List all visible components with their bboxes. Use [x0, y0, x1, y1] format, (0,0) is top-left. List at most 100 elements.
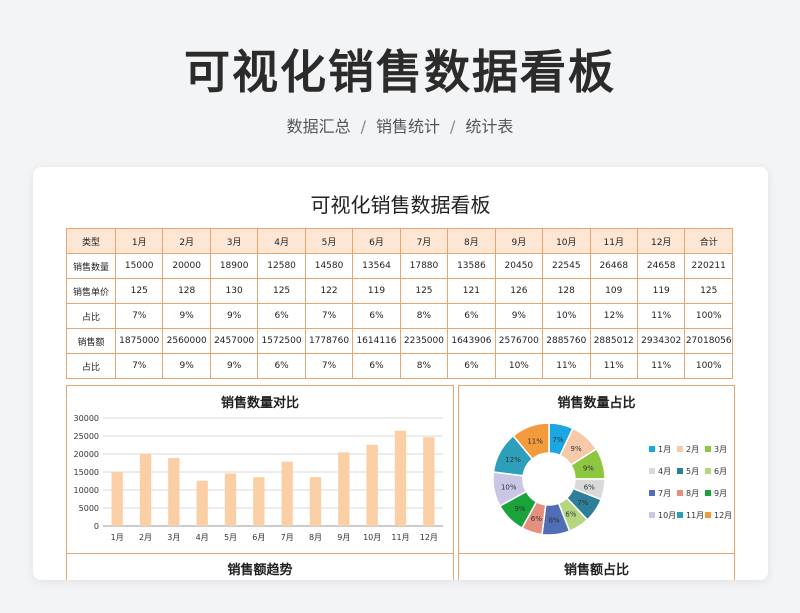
table-cell: 22545: [542, 253, 591, 279]
table-cell: 11%: [636, 303, 686, 329]
table-cell: 20000: [162, 253, 211, 279]
table-cell: 11%: [589, 353, 638, 379]
table-cell: 6%: [257, 353, 306, 379]
y-tick-label: 15000: [74, 468, 99, 477]
table-row: 占比 7% 9% 9% 6% 7% 6% 8% 6% 10% 11% 11% 11% 100%: [66, 353, 733, 379]
table-cell: 18900: [209, 253, 259, 279]
bar: [338, 452, 350, 526]
x-tick-label: 11月: [391, 533, 409, 542]
table-cell: 125: [684, 278, 733, 304]
y-tick-label: 5000: [79, 504, 99, 513]
legend-label: 6月: [714, 467, 727, 476]
bar: [309, 477, 322, 526]
table-cell: 119: [352, 278, 401, 304]
slice-label: 12%: [505, 456, 521, 464]
x-tick-label: 12月: [420, 533, 438, 542]
slice-label: 10%: [501, 484, 517, 492]
slice-label: 6%: [584, 484, 595, 492]
legend-label: 8月: [686, 489, 699, 498]
table-header-cell: 合计: [684, 228, 733, 254]
table-cell: 13586: [447, 253, 496, 279]
page-title: 可视化销售数据看板: [184, 45, 616, 99]
legend-swatch: [649, 446, 655, 452]
table-cell: 9%: [209, 303, 259, 329]
donut-chart-panel: 销售数量占比 7% 9% 9% 6% 7% 6% 8% 6% 9% 10% 12% 11% 1月 2月 3月…: [458, 385, 735, 554]
table-cell: 17880: [399, 253, 449, 279]
table-header-cell: 9月: [494, 228, 544, 254]
table-cell: 24658: [636, 253, 686, 279]
bar: [196, 480, 208, 526]
table-cell: 13564: [352, 253, 401, 279]
legend-swatch: [705, 446, 711, 452]
table-cell: 14580: [304, 253, 354, 279]
sheet-title: 可视化销售数据看板: [310, 193, 491, 217]
legend-label: 1月: [658, 445, 671, 454]
legend-swatch: [677, 468, 683, 474]
table-header-cell: 12月: [636, 228, 686, 254]
table-cell: 100%: [684, 303, 733, 329]
table-cell: 125: [399, 278, 449, 304]
legend-label: 9月: [714, 489, 727, 498]
legend-swatch: [677, 446, 683, 452]
table-cell: 2560000: [162, 328, 211, 354]
breadcrumb: 数据汇总 / 销售统计 / 统计表: [0, 113, 800, 137]
table-cell: 15000: [114, 253, 164, 279]
table-cell: 8%: [399, 353, 449, 379]
table-header-cell: 6月: [352, 228, 401, 254]
table-cell: 7%: [114, 353, 164, 379]
table-cell: 20450: [494, 253, 544, 279]
table-cell: 8%: [399, 303, 449, 329]
spreadsheet-preview-card: 可视化销售数据看板 类型 1月 2月 3月 4月 5月 6月 7月 8月 9月 10月 11月 12月合…: [33, 167, 768, 580]
table-header-cell: 1月: [114, 228, 164, 254]
table-cell: 7%: [114, 303, 164, 329]
breadcrumb-item-table[interactable]: 统计表: [465, 117, 513, 136]
trend-chart-title: 销售额趋势: [227, 563, 293, 578]
table-cell: 11%: [636, 353, 686, 379]
table-cell: 9%: [162, 303, 211, 329]
x-tick-label: 1月: [111, 533, 124, 542]
table-row: 占比 7% 9% 9% 6% 7% 6% 8% 6% 9% 10% 12% 11% 100%: [66, 303, 733, 329]
share-chart-title: 销售额占比: [563, 563, 629, 578]
bar-chart-panel: 销售数量对比 0 5000 10000 15000 20000 25000 30000 1月 2…: [66, 385, 454, 554]
table-row: 销售单价 125 128 130 125 122 119 125 121 126 128 109 119…: [66, 278, 733, 304]
table-cell: 2885012: [589, 328, 638, 354]
table-cell: 1614116: [352, 328, 401, 354]
table-cell: 2235000: [399, 328, 449, 354]
table-cell: 26468: [589, 253, 638, 279]
table-cell: 6%: [257, 303, 306, 329]
table-header-cell: 11月: [589, 228, 638, 254]
bar: [224, 473, 237, 526]
legend-swatch: [677, 490, 683, 496]
table-cell: 122: [304, 278, 354, 304]
table-header-cell: 5月: [304, 228, 354, 254]
legend-label: 4月: [658, 467, 671, 476]
bar-chart: 0 5000 10000 15000 20000 25000 30000 1月 2月 3月 4月 5月…: [74, 414, 443, 542]
slice-label: 9%: [583, 465, 594, 473]
x-tick-label: 4月: [196, 533, 209, 542]
breadcrumb-separator: /: [450, 117, 456, 136]
legend-label: 11月: [686, 511, 704, 520]
share-chart-panel: 销售额占比: [458, 553, 735, 580]
bar: [394, 430, 407, 526]
x-tick-label: 8月: [309, 533, 322, 542]
legend-swatch: [649, 490, 655, 496]
table-cell: 1778760: [304, 328, 354, 354]
table-header-cell: 7月: [399, 228, 449, 254]
trend-chart-panel: 销售额趋势: [66, 553, 454, 580]
table-cell: 119: [636, 278, 686, 304]
breadcrumb-item-sales[interactable]: 销售统计: [376, 117, 440, 136]
table-cell: 7%: [304, 353, 354, 379]
slice-label: 7%: [552, 436, 563, 444]
legend-swatch: [705, 468, 711, 474]
table-header-cell: 2月: [162, 228, 211, 254]
table-row: 销售数量 15000 20000 18900 12580 14580 13564 17880 1…: [66, 253, 733, 279]
table-cell: 6%: [352, 353, 401, 379]
sales-data-table: 类型 1月 2月 3月 4月 5月 6月 7月 8月 9月 10月 11月 12月 合计 销售数量 15000…: [66, 228, 733, 379]
table-cell: 128: [162, 278, 211, 304]
breadcrumb-separator: /: [360, 117, 366, 136]
table-cell: 2576700: [494, 328, 544, 354]
bar: [253, 477, 265, 526]
row-header-cell: 销售额: [66, 328, 116, 354]
breadcrumb-item-summary[interactable]: 数据汇总: [287, 117, 351, 136]
slice-label: 6%: [531, 515, 542, 523]
